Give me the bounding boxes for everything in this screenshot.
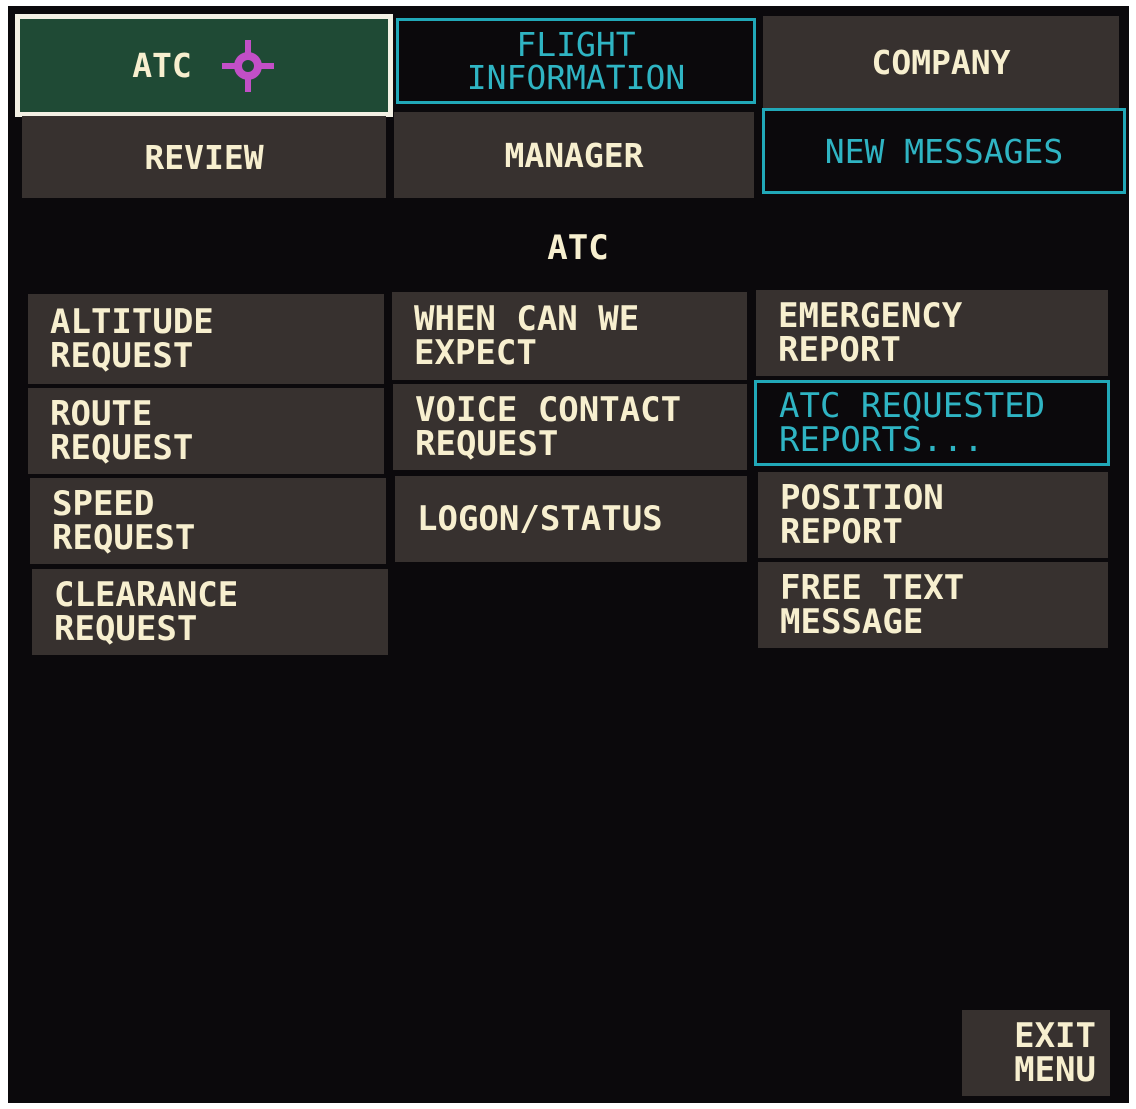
display-screen: ATC FLIGHT INFORMATION COMPANY REVIEW MA… [8, 6, 1129, 1103]
voice-contact-request-line2: REQUEST [415, 424, 559, 464]
position-report-line1: POSITION [780, 478, 944, 518]
crosshair-icon [220, 38, 276, 94]
when-can-we-expect-button[interactable]: WHEN CAN WE EXPECT [392, 292, 747, 380]
tab-company-label: COMPANY [871, 42, 1011, 82]
atc-requested-reports-line2: REPORTS... [779, 420, 984, 460]
tab-new-messages[interactable]: NEW MESSAGES [762, 108, 1126, 194]
when-can-we-expect-line2: EXPECT [414, 333, 537, 373]
position-report-button[interactable]: POSITION REPORT [758, 472, 1108, 558]
tab-atc[interactable]: ATC [15, 14, 393, 117]
speed-request-line2: REQUEST [52, 518, 196, 558]
logon-status-label: LOGON/STATUS [417, 499, 663, 539]
free-text-message-button[interactable]: FREE TEXT MESSAGE [758, 562, 1108, 648]
speed-request-button[interactable]: SPEED REQUEST [30, 478, 386, 564]
emergency-report-line1: EMERGENCY [778, 296, 963, 336]
position-report-line2: REPORT [780, 512, 903, 552]
tab-flight-information[interactable]: FLIGHT INFORMATION [396, 18, 756, 104]
tab-review-label: REVIEW [144, 137, 264, 177]
tab-manager[interactable]: MANAGER [394, 112, 754, 198]
altitude-request-line1: ALTITUDE [50, 302, 214, 342]
atc-requested-reports-button[interactable]: ATC REQUESTED REPORTS... [754, 380, 1110, 466]
speed-request-line1: SPEED [52, 484, 155, 524]
atc-requested-reports-line1: ATC REQUESTED [779, 386, 1046, 426]
clearance-request-line1: CLEARANCE [54, 575, 239, 615]
section-title: ATC [547, 228, 609, 268]
tab-atc-label: ATC [132, 46, 192, 85]
tab-review[interactable]: REVIEW [22, 116, 386, 198]
altitude-request-line2: REQUEST [50, 336, 194, 376]
logon-status-button[interactable]: LOGON/STATUS [395, 476, 747, 562]
when-can-we-expect-line1: WHEN CAN WE [414, 299, 640, 339]
voice-contact-request-line1: VOICE CONTACT [415, 390, 682, 430]
tab-flight-information-line1: FLIGHT [516, 25, 636, 64]
route-request-button[interactable]: ROUTE REQUEST [28, 388, 384, 474]
clearance-request-line2: REQUEST [54, 609, 198, 649]
voice-contact-request-button[interactable]: VOICE CONTACT REQUEST [393, 384, 747, 470]
exit-menu-line2: MENU [1014, 1050, 1096, 1090]
exit-menu-line1: EXIT [1014, 1016, 1096, 1056]
route-request-line2: REQUEST [50, 428, 194, 468]
tab-manager-label: MANAGER [504, 135, 644, 175]
tab-company[interactable]: COMPANY [763, 16, 1119, 108]
clearance-request-button[interactable]: CLEARANCE REQUEST [32, 569, 388, 655]
altitude-request-button[interactable]: ALTITUDE REQUEST [28, 294, 384, 384]
route-request-line1: ROUTE [50, 394, 153, 434]
emergency-report-button[interactable]: EMERGENCY REPORT [756, 290, 1108, 376]
exit-menu-button[interactable]: EXIT MENU [962, 1010, 1110, 1096]
free-text-message-line2: MESSAGE [780, 602, 924, 642]
emergency-report-line2: REPORT [778, 330, 901, 370]
tab-flight-information-line2: INFORMATION [466, 58, 686, 97]
tab-new-messages-label: NEW MESSAGES [824, 131, 1064, 171]
free-text-message-line1: FREE TEXT [780, 568, 965, 608]
